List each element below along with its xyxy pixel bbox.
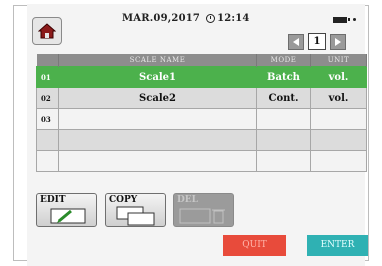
table-row[interactable]: 02 Scale2 Cont. vol. [36, 87, 367, 109]
table-row[interactable]: 03 [36, 108, 367, 130]
row-unit [310, 129, 367, 151]
copy-icon [116, 206, 155, 226]
row-unit [310, 108, 367, 130]
battery-icon [333, 15, 357, 24]
row-unit: vol. [310, 66, 367, 88]
header-index [36, 54, 59, 67]
delete-button[interactable]: DEL [173, 193, 234, 227]
enter-button[interactable]: ENTER [307, 235, 368, 256]
home-icon [38, 23, 56, 39]
trash-icon [179, 208, 225, 224]
copy-label: COPY [109, 195, 138, 205]
edit-button[interactable]: EDIT [36, 193, 97, 227]
row-scale-name [58, 108, 257, 130]
row-unit [310, 150, 367, 172]
header-scale-name: SCALE NAME [58, 54, 257, 67]
time-text: 12:14 [217, 13, 250, 24]
row-scale-name [58, 150, 257, 172]
table-row[interactable] [36, 129, 367, 151]
table-header-row: SCALE NAME MODE UNIT [36, 54, 367, 67]
header-unit: UNIT [310, 54, 367, 67]
table-row[interactable] [36, 150, 367, 172]
row-index [36, 129, 59, 151]
clock-icon [206, 14, 216, 23]
row-index: 01 [36, 66, 59, 88]
row-mode [256, 108, 311, 130]
table-row[interactable]: 01 Scale1 Batch vol. [36, 66, 367, 88]
header-mode: MODE [256, 54, 311, 67]
row-mode [256, 150, 311, 172]
date-text: MAR.09,2017 [122, 13, 201, 24]
arrow-right-icon [335, 37, 341, 46]
next-page-button[interactable] [330, 33, 346, 50]
row-index [36, 150, 59, 172]
delete-label: DEL [177, 195, 198, 205]
row-mode: Cont. [256, 87, 311, 109]
arrow-left-icon [293, 37, 299, 46]
row-scale-name: Scale1 [58, 66, 257, 88]
row-index: 03 [36, 108, 59, 130]
row-mode: Batch [256, 66, 311, 88]
quit-button[interactable]: QUIT [223, 235, 286, 256]
edit-label: EDIT [40, 195, 66, 205]
row-scale-name [58, 129, 257, 151]
row-unit: vol. [310, 87, 367, 109]
row-mode [256, 129, 311, 151]
home-button[interactable] [32, 17, 62, 45]
datetime: MAR.09,2017 12:14 [122, 13, 250, 24]
row-scale-name: Scale2 [58, 87, 257, 109]
edit-icon [50, 208, 86, 224]
scale-table: SCALE NAME MODE UNIT 01 Scale1 Batch vol… [36, 54, 367, 172]
page-number: 1 [308, 33, 326, 50]
prev-page-button[interactable] [288, 33, 304, 50]
row-index: 02 [36, 87, 59, 109]
pager: 1 [288, 33, 346, 50]
copy-button[interactable]: COPY [105, 193, 166, 227]
